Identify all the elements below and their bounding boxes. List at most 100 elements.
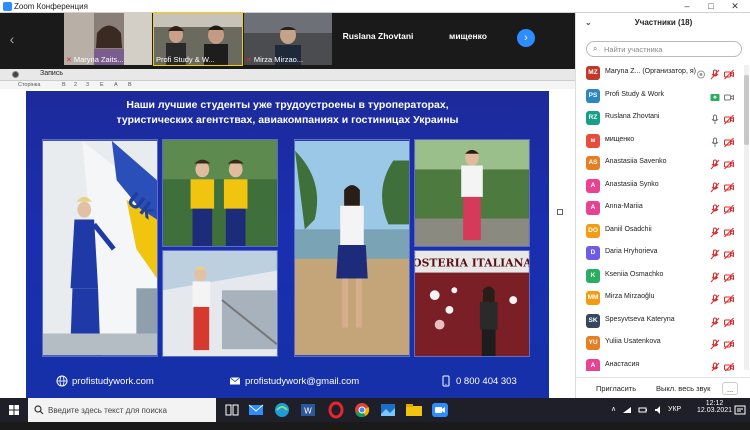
muted-mic-icon[interactable] bbox=[710, 157, 720, 170]
participant-search-input[interactable]: ⌕ Найти участника bbox=[586, 41, 742, 57]
video-off-icon[interactable] bbox=[724, 315, 734, 327]
muted-mic-icon[interactable] bbox=[710, 225, 720, 237]
network-icon[interactable] bbox=[622, 405, 632, 415]
participants-title: Участники (18) bbox=[634, 18, 693, 27]
mic-icon[interactable] bbox=[710, 135, 720, 147]
windows-start-icon[interactable] bbox=[0, 398, 28, 422]
video-off-icon[interactable] bbox=[724, 180, 734, 192]
more-button[interactable]: ... bbox=[722, 382, 739, 395]
tray-chevron-icon[interactable]: ∧ bbox=[611, 405, 616, 429]
muted-mic-icon[interactable] bbox=[710, 270, 720, 282]
video-tile-maryna[interactable]: ✕ Maryna Zaits... bbox=[64, 13, 152, 65]
participant-row[interactable]: A Анастасия bbox=[576, 356, 750, 371]
chrome-browser-icon[interactable] bbox=[352, 401, 372, 419]
photo-beach bbox=[294, 139, 410, 357]
participant-row[interactable]: MM Mirza Mirzaoğlu bbox=[576, 288, 750, 311]
muted-mic-icon[interactable] bbox=[710, 337, 720, 350]
battery-icon[interactable] bbox=[638, 405, 648, 415]
toolbar-item[interactable]: В bbox=[62, 82, 66, 88]
mail-app-icon[interactable] bbox=[246, 401, 266, 419]
keyboard-language[interactable]: УКР bbox=[668, 406, 681, 430]
video-camera-icon[interactable] bbox=[724, 90, 734, 101]
video-tile-ruslana[interactable]: Ruslana Zhovtani bbox=[334, 13, 422, 65]
document-scroll-marker[interactable] bbox=[557, 209, 563, 215]
scrollbar-thumb[interactable] bbox=[744, 75, 749, 145]
taskbar-search-placeholder: Введите здесь текст для поиска bbox=[48, 406, 167, 415]
participant-row[interactable]: DO Daniil Osadchii bbox=[576, 221, 750, 244]
strip-prev-arrow[interactable]: ‹ bbox=[2, 29, 22, 49]
muted-mic-icon[interactable] bbox=[710, 202, 720, 215]
avatar: SK bbox=[586, 313, 600, 328]
toolbar-item[interactable]: 2 bbox=[74, 82, 77, 88]
muted-mic-icon[interactable] bbox=[710, 247, 720, 260]
avatar: MZ bbox=[586, 66, 600, 80]
toolbar-item[interactable]: А bbox=[114, 82, 118, 88]
task-view-icon[interactable] bbox=[222, 401, 242, 419]
video-off-icon[interactable] bbox=[724, 247, 734, 260]
participant-row[interactable]: YU Yuliia Usatenkova bbox=[576, 333, 750, 356]
svg-text:W: W bbox=[304, 407, 312, 416]
search-icon: ⌕ bbox=[593, 44, 598, 53]
taskbar-search-input[interactable]: Введите здесь текст для поиска bbox=[28, 398, 216, 422]
invite-button[interactable]: Пригласить bbox=[592, 382, 640, 395]
opera-browser-icon[interactable] bbox=[326, 401, 346, 419]
participants-scrollbar[interactable] bbox=[744, 65, 749, 370]
maximize-button[interactable]: □ bbox=[700, 0, 722, 13]
minimize-button[interactable]: – bbox=[676, 0, 698, 13]
photo-attendant-red-pants bbox=[162, 250, 278, 357]
video-off-icon[interactable] bbox=[724, 292, 734, 305]
participant-row[interactable]: D Daria Hryhorieva bbox=[576, 243, 750, 266]
participant-row[interactable]: MZ Maryna Z... (Организатор, я) bbox=[576, 63, 750, 86]
video-tile-profi-study[interactable]: Profi Study & W... bbox=[153, 12, 243, 66]
muted-mic-icon: ✕ bbox=[246, 57, 252, 64]
toolbar-item[interactable]: Е bbox=[100, 82, 104, 88]
video-off-icon[interactable] bbox=[724, 225, 734, 237]
photo-osteria-italiana: OSTERIA ITALIANA bbox=[414, 250, 530, 357]
volume-icon[interactable] bbox=[654, 405, 664, 415]
participant-row[interactable]: м мищенко bbox=[576, 131, 750, 154]
zoom-taskbar-icon[interactable] bbox=[430, 401, 450, 419]
footer-website: profistudywork.com bbox=[56, 375, 154, 387]
edge-browser-icon[interactable] bbox=[272, 401, 292, 419]
participant-row[interactable]: K Kseniia Osmachko bbox=[576, 266, 750, 289]
toolbar-item[interactable]: В bbox=[128, 82, 132, 88]
record-icon[interactable] bbox=[12, 71, 19, 78]
video-tile-mirza[interactable]: ✕ Mirza Mirzao... bbox=[244, 13, 332, 65]
video-off-icon[interactable] bbox=[724, 67, 734, 80]
video-off-icon[interactable] bbox=[724, 202, 734, 215]
notifications-icon[interactable] bbox=[734, 404, 746, 416]
file-explorer-icon[interactable] bbox=[404, 401, 424, 419]
participant-row[interactable]: RZ Ruslana Zhovtani bbox=[576, 108, 750, 131]
video-off-icon[interactable] bbox=[724, 112, 734, 125]
photos-app-icon[interactable] bbox=[378, 401, 398, 419]
participant-row[interactable]: AS Anastasiia Savenko bbox=[576, 153, 750, 176]
video-off-icon[interactable] bbox=[724, 270, 734, 282]
tile-caption: Profi Study & W... bbox=[156, 55, 215, 64]
close-button[interactable]: ✕ bbox=[724, 0, 746, 13]
participant-name: Mirza Mirzaoğlu bbox=[605, 293, 655, 300]
mute-all-button[interactable]: Выкл. весь звук bbox=[652, 382, 714, 395]
strip-next-arrow[interactable]: › bbox=[517, 29, 535, 47]
mic-icon[interactable] bbox=[710, 112, 720, 124]
tile-name: Profi Study & W... bbox=[156, 55, 215, 64]
video-off-icon[interactable] bbox=[724, 360, 734, 371]
muted-mic-icon[interactable] bbox=[710, 180, 720, 192]
muted-mic-icon[interactable] bbox=[710, 292, 720, 305]
screen-share-toolbar: Запись Сторінка В 2 3 Е А В bbox=[0, 69, 575, 89]
muted-mic-icon[interactable] bbox=[710, 360, 720, 371]
video-off-icon[interactable] bbox=[724, 337, 734, 350]
system-clock[interactable]: 12:12 12.03.2021 bbox=[697, 400, 732, 424]
muted-mic-icon[interactable] bbox=[710, 315, 720, 327]
toolbar-page-label[interactable]: Сторінка bbox=[18, 82, 40, 88]
participant-row[interactable]: PS Profi Study & Work bbox=[576, 86, 750, 109]
participant-row[interactable]: A Anna-Mariia bbox=[576, 198, 750, 221]
screen-share-icon[interactable] bbox=[710, 90, 720, 101]
participant-row[interactable]: SK Spesyvtseva Kateryna bbox=[576, 311, 750, 334]
word-app-icon[interactable]: W bbox=[298, 401, 318, 419]
video-tile-mishchenko[interactable]: мищенко bbox=[424, 13, 512, 65]
video-off-icon[interactable] bbox=[724, 135, 734, 147]
participant-row[interactable]: A Anastasiia Synko bbox=[576, 176, 750, 199]
muted-mic-icon[interactable] bbox=[710, 67, 720, 80]
video-off-icon[interactable] bbox=[724, 157, 734, 170]
toolbar-item[interactable]: 3 bbox=[86, 82, 89, 88]
